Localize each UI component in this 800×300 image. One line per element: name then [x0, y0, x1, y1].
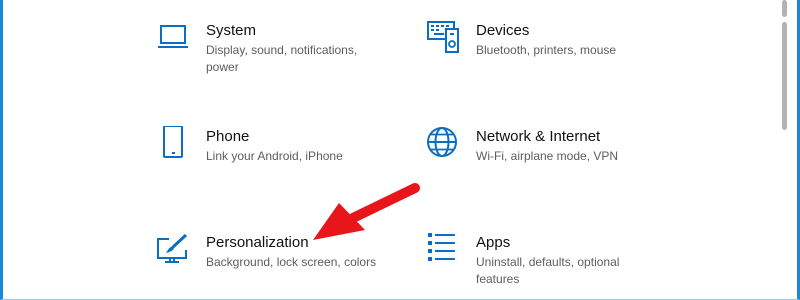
settings-window: System Display, sound, notifications, po…	[0, 0, 800, 300]
scrollbar-arrow[interactable]	[782, 0, 787, 17]
scrollbar-thumb[interactable]	[782, 22, 787, 130]
annotation-arrow	[313, 183, 420, 240]
vertical-scrollbar[interactable]	[775, 0, 794, 299]
